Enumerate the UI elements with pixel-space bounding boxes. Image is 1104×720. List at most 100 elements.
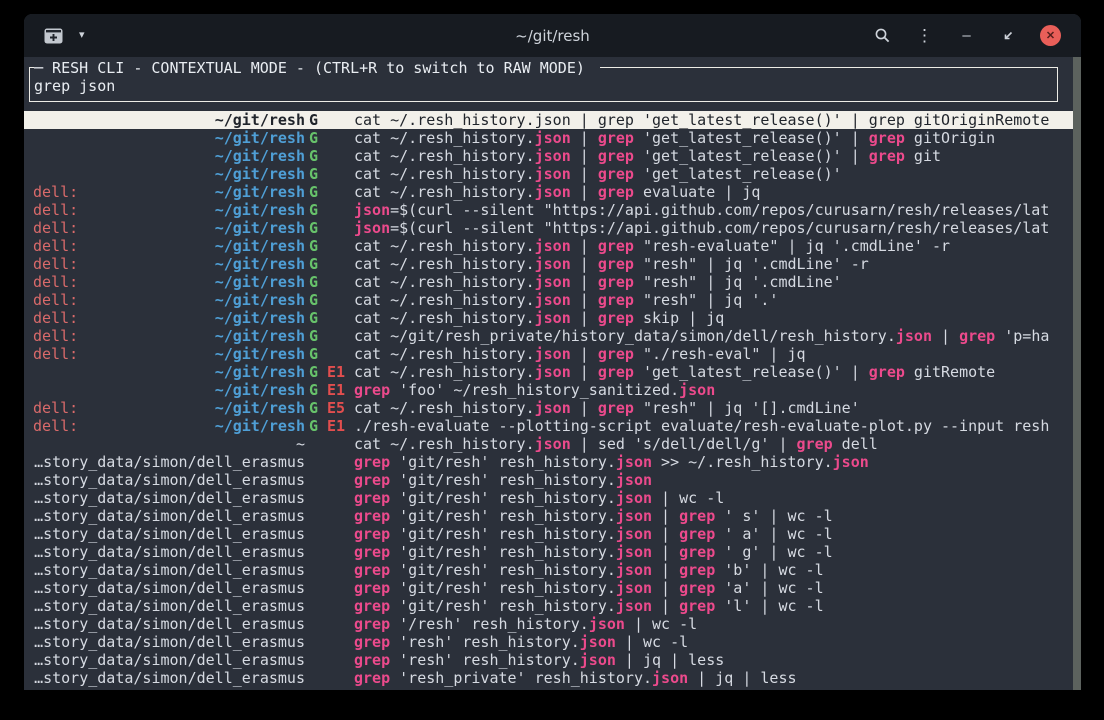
host-dir-cell: dell:~/git/resh (33, 237, 305, 255)
command-text: grep 'resh_private' resh_history.json | … (354, 669, 1067, 687)
flags-cell: G (305, 291, 354, 309)
history-row[interactable]: dell:~/git/reshGcat ~/.resh_history.json… (24, 345, 1081, 363)
host-dir-cell: dell:~/git/resh (33, 291, 305, 309)
history-row[interactable]: …story_data/simon/dell_erasmusgrep 'git/… (24, 525, 1081, 543)
flags-cell: G (305, 129, 354, 147)
new-tab-button[interactable] (44, 28, 63, 44)
flags-cell (305, 507, 354, 525)
flags-cell: G (305, 237, 354, 255)
host-dir-cell: …story_data/simon/dell_erasmus (33, 579, 305, 597)
titlebar-right-controls: ⋮ – ✕ (866, 21, 1067, 51)
history-row[interactable]: ~/git/reshGcat ~/.resh_history.json | gr… (24, 147, 1081, 165)
flags-cell (305, 471, 354, 489)
flags-cell (305, 651, 354, 669)
history-row[interactable]: dell:~/git/reshGjson=$(curl --silent "ht… (24, 201, 1081, 219)
history-row[interactable]: ~/git/reshGcat ~/.resh_history.json | gr… (24, 129, 1081, 147)
history-row[interactable]: ~cat ~/.resh_history.json | sed 's/dell/… (24, 435, 1081, 453)
history-row[interactable]: dell:~/git/reshGcat ~/.resh_history.json… (24, 273, 1081, 291)
command-text: grep 'git/resh' resh_history.json | grep… (354, 561, 1067, 579)
kebab-menu-icon: ⋮ (916, 27, 933, 44)
directory-label: ~/git/resh (215, 165, 305, 183)
history-row[interactable]: dell:~/git/reshGcat ~/git/resh_private/h… (24, 327, 1081, 345)
history-row[interactable]: …story_data/simon/dell_erasmusgrep 'git/… (24, 453, 1081, 471)
history-row[interactable]: …story_data/simon/dell_erasmusgrep 'resh… (24, 651, 1081, 669)
directory-label: ~/git/resh (215, 129, 305, 147)
menu-button[interactable]: ⋮ (908, 21, 941, 51)
history-row[interactable]: ~/git/reshGcat ~/.resh_history.json | gr… (24, 165, 1081, 183)
close-button[interactable]: ✕ (1034, 21, 1067, 51)
history-row[interactable]: …story_data/simon/dell_erasmusgrep 'git/… (24, 579, 1081, 597)
history-list: ~/git/reshGcat ~/.resh_history.json | gr… (24, 111, 1081, 687)
history-row[interactable]: …story_data/simon/dell_erasmusgrep 'git/… (24, 543, 1081, 561)
directory-label: …story_data/simon/dell_erasmus (34, 471, 305, 489)
history-row[interactable]: …story_data/simon/dell_erasmusgrep 'resh… (24, 633, 1081, 651)
directory-label: …story_data/simon/dell_erasmus (34, 597, 305, 615)
history-row[interactable]: …story_data/simon/dell_erasmusgrep 'resh… (24, 669, 1081, 687)
command-text: cat ~/.resh_history.json | grep evaluate… (354, 183, 1067, 201)
host-dir-cell: dell:~/git/resh (33, 417, 305, 435)
minimize-icon: – (962, 28, 970, 43)
flag-G: G (309, 147, 318, 165)
chevron-down-icon: ▾ (79, 30, 85, 41)
directory-label: ~/git/resh (215, 273, 305, 291)
history-row[interactable]: ~/git/reshGcat ~/.resh_history.json | gr… (24, 111, 1081, 129)
history-row[interactable]: dell:~/git/reshGjson=$(curl --silent "ht… (24, 219, 1081, 237)
flags-cell (305, 489, 354, 507)
history-row[interactable]: dell:~/git/reshGcat ~/.resh_history.json… (24, 255, 1081, 273)
flag-G: G (309, 381, 318, 399)
history-row[interactable]: ~/git/reshGE1grep 'foo' ~/resh_history_s… (24, 381, 1081, 399)
history-row[interactable]: …story_data/simon/dell_erasmus grep 'git/… (24, 471, 1081, 489)
directory-label: ~/git/resh (215, 381, 305, 399)
titlebar[interactable]: ▾ ~/git/resh ⋮ – (24, 14, 1081, 57)
command-text: grep '/resh' resh_history.json | wc -l (354, 615, 1067, 633)
flags-cell: G (305, 147, 354, 165)
flag-G: G (309, 399, 318, 417)
host-dir-cell: dell:~/git/resh (33, 345, 305, 363)
panel-title: ─ RESH CLI - CONTEXTUAL MODE - (CTRL+R t… (34, 59, 600, 77)
history-row[interactable]: …story_data/simon/dell_erasmusgrep 'git/… (24, 561, 1081, 579)
history-row[interactable]: ~/git/reshGE1cat ~/.resh_history.json | … (24, 363, 1081, 381)
host-dir-cell: …story_data/simon/dell_erasmus (33, 543, 305, 561)
restore-button[interactable] (992, 21, 1025, 51)
command-text: cat ~/.resh_history.json | grep 'get_lat… (354, 363, 1067, 381)
restore-icon (1001, 28, 1016, 43)
scrollbar[interactable] (1073, 57, 1081, 690)
command-text: cat ~/.resh_history.json | grep 'get_lat… (354, 129, 1067, 147)
history-row[interactable]: dell:~/git/reshGE5cat ~/.resh_history.js… (24, 399, 1081, 417)
command-text: cat ~/.resh_history.json | grep "resh" |… (354, 255, 1067, 273)
history-row[interactable]: …story_data/simon/dell_erasmusgrep 'git/… (24, 489, 1081, 507)
command-text: cat ~/.resh_history.json | grep "resh" |… (354, 399, 1067, 417)
history-row[interactable]: …story_data/simon/dell_erasmusgrep 'git/… (24, 597, 1081, 615)
flags-cell: GE1 (305, 381, 354, 399)
command-text: grep 'git/resh' resh_history.json (354, 471, 1067, 489)
directory-label: ~/git/resh (215, 183, 305, 201)
directory-label: …story_data/simon/dell_erasmus (34, 507, 305, 525)
history-row[interactable]: dell:~/git/reshGcat ~/.resh_history.json… (24, 291, 1081, 309)
host-dir-cell: dell:~/git/resh (33, 273, 305, 291)
host-dir-cell: dell:~/git/resh (33, 201, 305, 219)
flags-cell: G (305, 309, 354, 327)
flags-cell: G (305, 183, 354, 201)
flags-cell: G (305, 201, 354, 219)
flags-cell (305, 669, 354, 687)
host-dir-cell: …story_data/simon/dell_erasmus (33, 633, 305, 651)
history-row[interactable]: dell:~/git/reshGE1./resh-evaluate --plot… (24, 417, 1081, 435)
minimize-button[interactable]: – (950, 21, 983, 51)
flags-cell: G (305, 165, 354, 183)
tab-list-caret-button[interactable]: ▾ (79, 30, 85, 41)
flag-G: G (309, 309, 318, 327)
flag-G: G (309, 237, 318, 255)
host-label: dell: (33, 291, 78, 309)
history-row[interactable]: …story_data/simon/dell_erasmusgrep '/res… (24, 615, 1081, 633)
flags-cell: GE5 (305, 399, 354, 417)
command-text: grep 'git/resh' resh_history.json >> ~/.… (354, 453, 1067, 471)
command-text: grep 'resh' resh_history.json | jq | les… (354, 651, 1067, 669)
history-row[interactable]: dell:~/git/reshGcat ~/.resh_history.json… (24, 309, 1081, 327)
host-dir-cell: ~/git/resh (33, 129, 305, 147)
history-row[interactable]: dell:~/git/reshGcat ~/.resh_history.json… (24, 183, 1081, 201)
search-button[interactable] (866, 21, 899, 51)
history-row[interactable]: …story_data/simon/dell_erasmusgrep 'git/… (24, 507, 1081, 525)
history-row[interactable]: dell:~/git/reshGcat ~/.resh_history.json… (24, 237, 1081, 255)
search-icon (874, 27, 891, 44)
directory-label: …story_data/simon/dell_erasmus (34, 633, 305, 651)
